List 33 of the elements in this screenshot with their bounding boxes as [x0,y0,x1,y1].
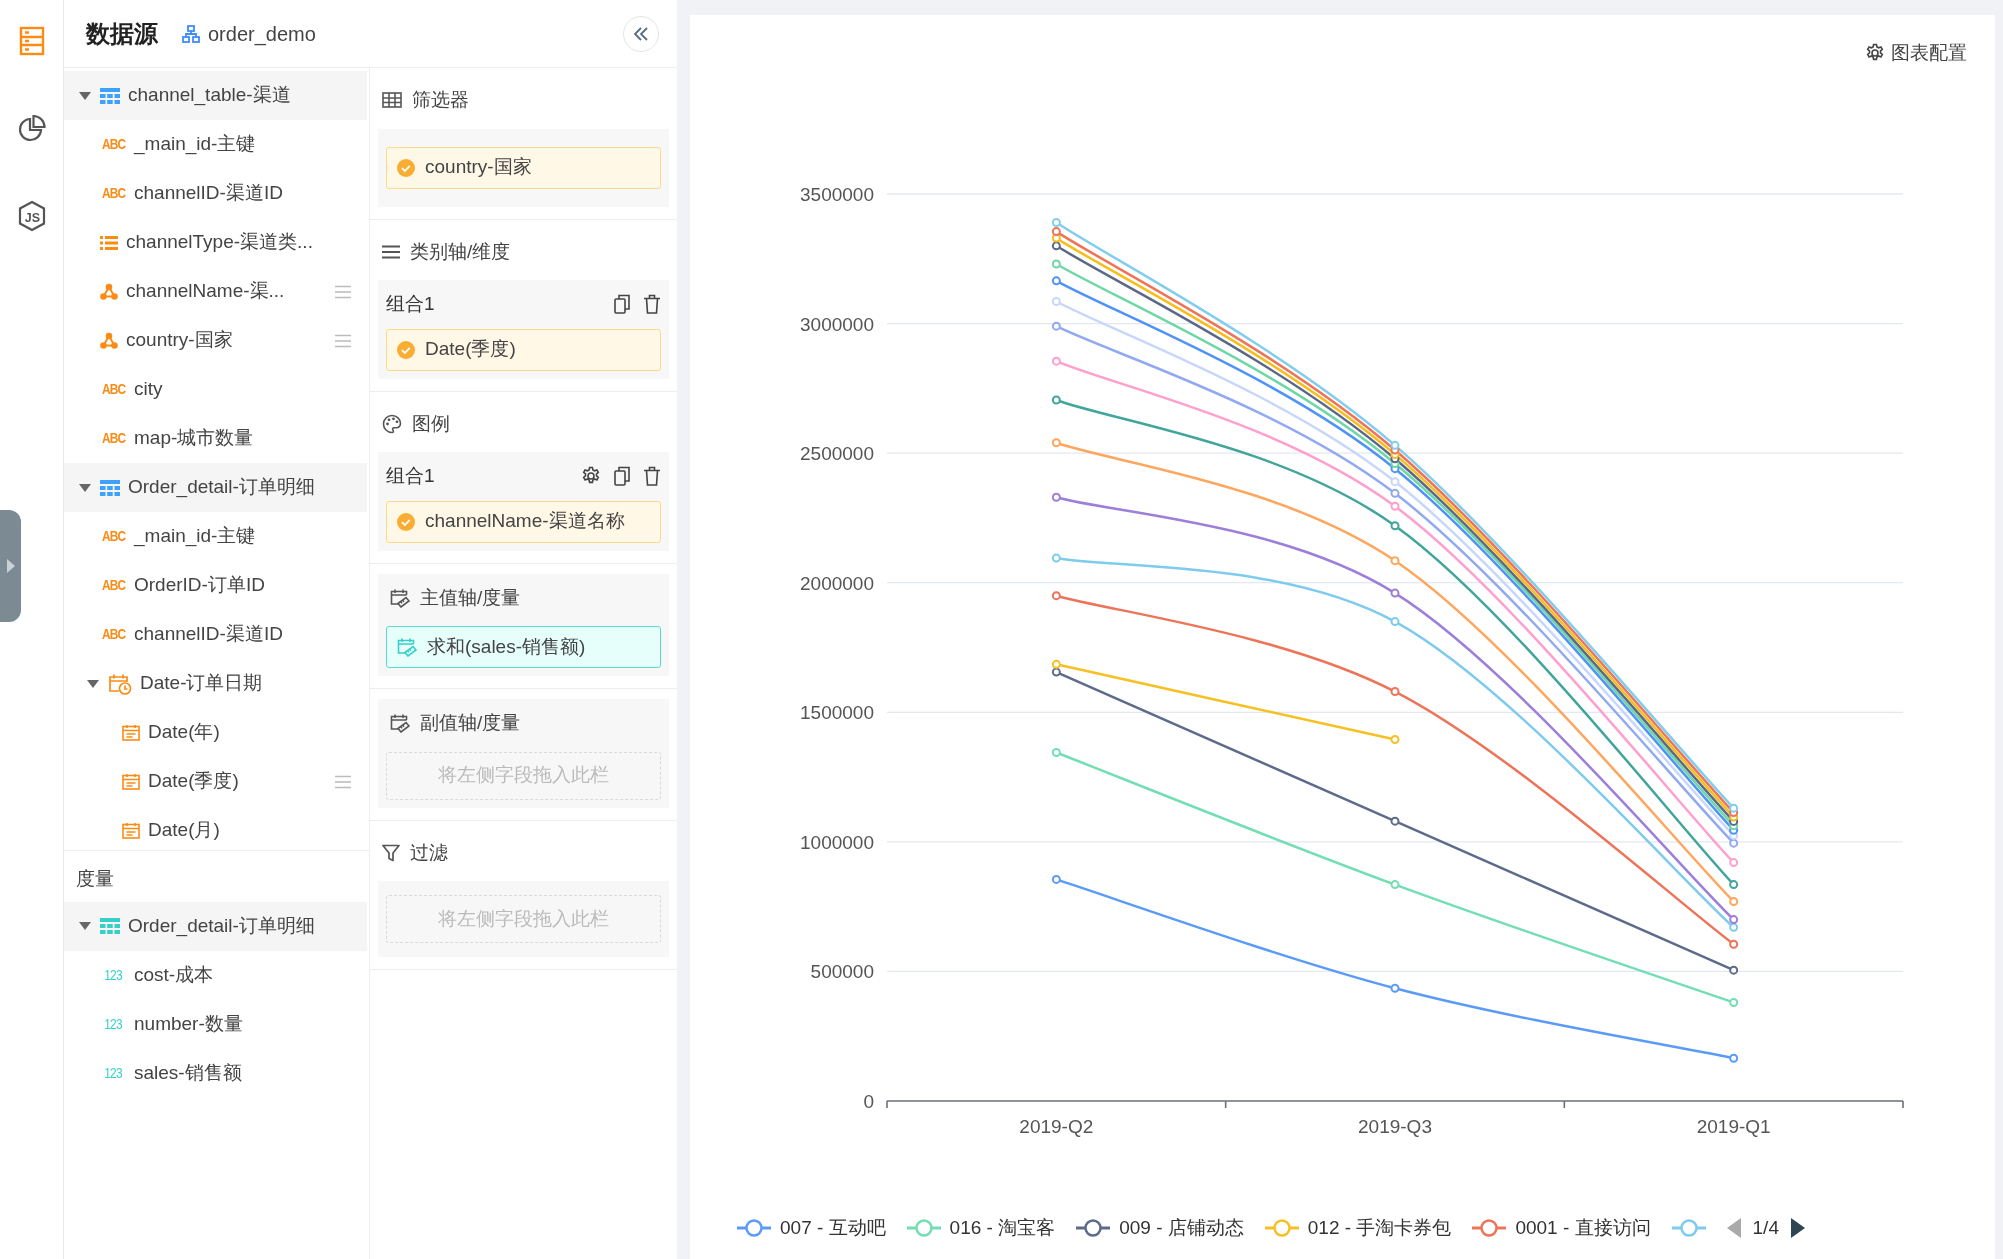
section-title: 主值轴/度量 [420,585,521,610]
group-title: 组合1 [386,292,435,316]
axis-tick-label: 2000000 [800,572,874,594]
field-type-mark: ABC [101,527,125,546]
axis-tick-label: 1500000 [800,701,874,723]
field-type-mark: ABC [101,184,125,203]
axis-tick-label: 500000 [810,960,874,982]
field-type-mark: ABC [101,625,125,644]
axis-tick-label: 2019-Q3 [1358,1115,1432,1137]
field-type-mark: ABC [101,135,125,154]
section-title: 过滤 [410,840,448,865]
section-title: 度量 [75,867,115,891]
dataset-name: order_demo [208,21,316,48]
axis-tick-label: 1000000 [800,831,874,853]
field-type-mark: ABC [101,576,125,595]
section-title: 类别轴/维度 [410,239,511,264]
axis-tick-label: 2019-Q1 [1696,1115,1771,1137]
page-indicator: 1/4 [1752,1215,1779,1240]
section-title: 筛选器 [412,88,469,112]
field-type-mark: ABC [101,380,125,399]
field-type-mark: ABC [101,429,125,448]
axis-tick-label: 0 [863,1090,874,1112]
axis-tick-label: 2500000 [800,442,874,464]
axis-tick-label: 3000000 [800,313,874,335]
axis-tick-label: 3500000 [800,183,874,205]
field-type-mark: 123 [103,1014,123,1034]
panel-title: 数据源 [86,18,158,49]
field-type-mark: 123 [103,965,123,985]
section-title: 副值轴/度量 [420,711,521,735]
field-type-mark: 123 [103,1063,123,1083]
group-title: 组合1 [386,464,435,488]
axis-tick-label: 2019-Q2 [1019,1115,1094,1137]
section-title: 图例 [412,411,450,436]
